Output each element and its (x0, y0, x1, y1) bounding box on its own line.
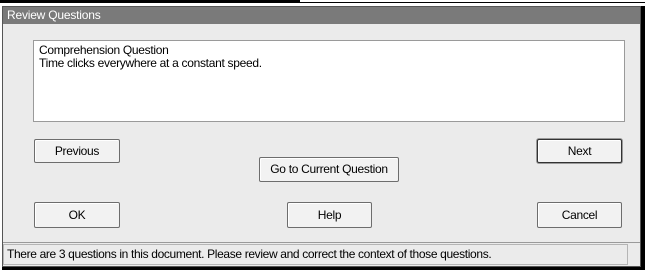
go-to-current-question-button[interactable]: Go to Current Question (259, 157, 399, 182)
dialog-title-bar[interactable]: Review Questions (3, 7, 640, 24)
question-text: Time clicks everywhere at a constant spe… (39, 56, 262, 70)
right-edge (641, 6, 645, 270)
review-questions-dialog: Review Questions Comprehension Question … (2, 6, 641, 267)
dialog-title: Review Questions (7, 8, 101, 22)
help-button[interactable]: Help (287, 202, 372, 228)
screen: Review Questions Comprehension Question … (0, 0, 645, 270)
cancel-button[interactable]: Cancel (537, 202, 622, 228)
status-bar: There are 3 questions in this document. … (3, 242, 640, 266)
ok-button[interactable]: OK (34, 202, 120, 228)
question-text-area[interactable]: Comprehension Question Time clicks every… (33, 40, 625, 122)
status-message: There are 3 questions in this document. … (7, 247, 492, 261)
previous-button[interactable]: Previous (34, 139, 120, 163)
next-button[interactable]: Next (537, 139, 622, 163)
